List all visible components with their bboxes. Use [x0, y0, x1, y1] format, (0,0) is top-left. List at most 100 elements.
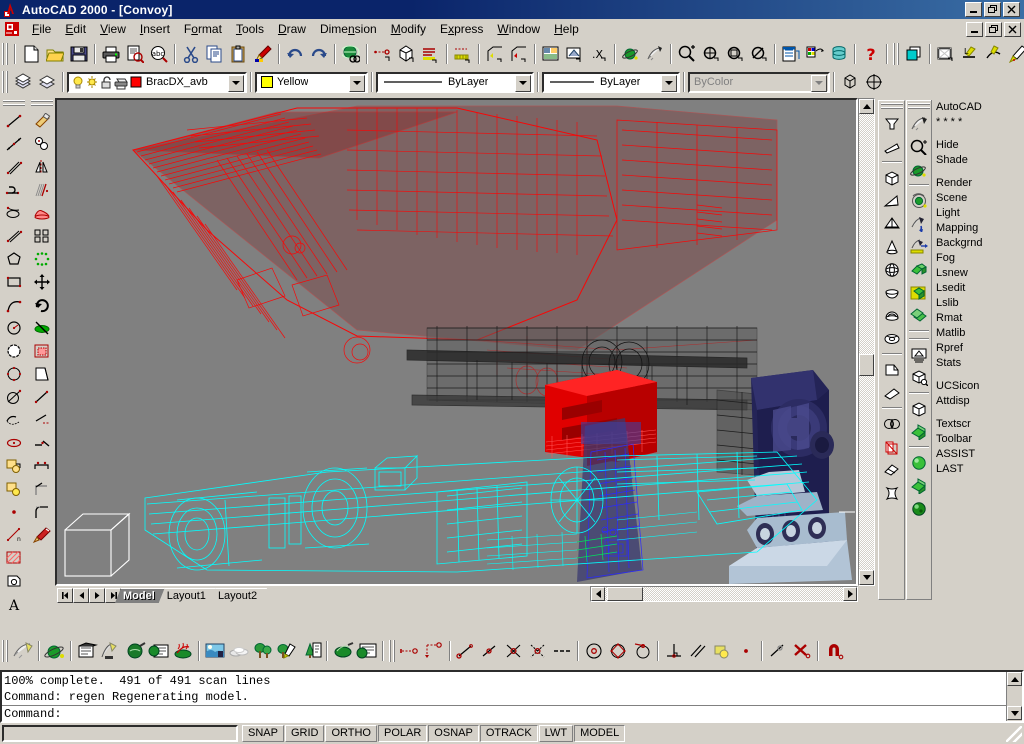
revolve-icon[interactable] [880, 381, 904, 404]
status-toggle-osnap[interactable]: OSNAP [428, 725, 479, 742]
menu-tools[interactable]: Tools [229, 20, 271, 38]
break-icon[interactable] [30, 454, 54, 477]
move-arrows-icon[interactable] [30, 270, 54, 293]
dbconnect-icon[interactable] [827, 43, 851, 66]
scene-icon[interactable] [907, 212, 931, 235]
first-tab-icon[interactable] [57, 588, 73, 603]
copy-object-icon[interactable] [30, 132, 54, 155]
help-icon[interactable]: ? [859, 43, 883, 66]
render-bottom-toolbar-grip[interactable] [2, 640, 9, 662]
screen-menu-stars[interactable]: * * * * [932, 115, 1024, 130]
menu-edit[interactable]: Edit [58, 20, 93, 38]
materials-library-bottom-icon[interactable] [171, 640, 195, 663]
screen-menu-scene[interactable]: Scene [932, 191, 1024, 206]
sphere-icon[interactable] [880, 258, 904, 281]
save-icon[interactable] [67, 43, 91, 66]
lengthen-icon[interactable] [30, 362, 54, 385]
designcenter-icon[interactable] [803, 43, 827, 66]
restore-button[interactable] [984, 2, 1001, 17]
stretch-icon[interactable] [30, 339, 54, 362]
command-prompt[interactable]: Command: [4, 706, 1020, 721]
screen-menu-last[interactable]: LAST [932, 462, 1024, 477]
render-bottom-icon[interactable] [75, 640, 99, 663]
open-icon[interactable] [43, 43, 67, 66]
snap-midpoint-icon[interactable] [478, 640, 502, 663]
statistics-bottom-icon[interactable] [355, 640, 379, 663]
3d-views-icon[interactable] [563, 43, 587, 66]
point-icon[interactable] [2, 500, 26, 523]
offset-icon[interactable] [30, 178, 54, 201]
screen-menu-attdisp[interactable]: Attdisp [932, 394, 1024, 409]
block-icon[interactable] [395, 43, 419, 66]
arc-icon[interactable] [2, 293, 26, 316]
background-icon[interactable] [203, 640, 227, 663]
screen-menu-shade[interactable]: Shade [932, 153, 1024, 168]
construction-line-icon[interactable] [2, 132, 26, 155]
print-preview-icon[interactable] [123, 43, 147, 66]
properties-toolbar-grip[interactable] [2, 71, 9, 93]
menu-help[interactable]: Help [547, 20, 586, 38]
dome-icon[interactable] [880, 304, 904, 327]
fillet-icon[interactable] [30, 500, 54, 523]
draw-toolbar-grip[interactable] [2, 100, 25, 107]
multiline-icon[interactable] [2, 155, 26, 178]
unnamed-icon[interactable]: .X [587, 43, 611, 66]
shade-icon[interactable] [619, 43, 643, 66]
wedge-icon[interactable] [880, 135, 904, 158]
ellipse-shape-icon[interactable] [2, 431, 26, 454]
status-toggle-model[interactable]: MODEL [574, 725, 626, 742]
region-icon[interactable] [2, 569, 26, 592]
screen-menu-ucsicon[interactable]: UCSicon [932, 379, 1024, 394]
copy-icon[interactable] [203, 43, 227, 66]
multiline-text-icon[interactable]: A [2, 592, 26, 615]
status-toggle-snap[interactable]: SNAP [242, 725, 284, 742]
screen-menu-mapping[interactable]: Mapping [932, 221, 1024, 236]
command-scroll-up-button[interactable] [1007, 672, 1022, 686]
snap-quadrant-icon[interactable] [606, 640, 630, 663]
screen-menu-lsedit[interactable]: Lsedit [932, 281, 1024, 296]
polysolid-icon[interactable] [880, 112, 904, 135]
render-icon[interactable] [643, 43, 667, 66]
arc-aligned-text-icon[interactable] [982, 43, 1006, 66]
snap-from-icon[interactable] [398, 640, 422, 663]
screen-menu-rpref[interactable]: Rpref [932, 341, 1024, 356]
ellipse-icon[interactable] [2, 385, 26, 408]
scroll-left-button[interactable] [591, 587, 605, 601]
document-close-button[interactable] [1004, 21, 1021, 37]
snap-intersection-icon[interactable] [502, 640, 526, 663]
snap-tracking-icon[interactable] [422, 640, 446, 663]
render-action-icon[interactable] [907, 189, 931, 212]
menu-modify[interactable]: Modify [384, 20, 433, 38]
snap-none-icon[interactable] [790, 640, 814, 663]
ucs-icon[interactable] [483, 43, 507, 66]
break-at-point-icon[interactable] [30, 431, 54, 454]
new-icon[interactable] [19, 43, 43, 66]
screen-menu-render[interactable]: Render [932, 176, 1024, 191]
tab-model[interactable]: Model [115, 588, 165, 603]
linetype-dropdown-arrow[interactable] [515, 74, 531, 92]
measure-icon[interactable] [451, 43, 475, 66]
paste-icon[interactable] [227, 43, 251, 66]
cut-icon[interactable] [179, 43, 203, 66]
screen-menu-backgrnd[interactable]: Backgrnd [932, 236, 1024, 251]
print-icon[interactable] [99, 43, 123, 66]
linetype-control-combo[interactable]: ByLayer [376, 71, 534, 93]
next-tab-icon[interactable] [89, 588, 105, 603]
drawing-area[interactable] [55, 98, 858, 586]
screen-menu-assist[interactable]: ASSIST [932, 447, 1024, 462]
interfere-icon[interactable] [880, 458, 904, 481]
pan-realtime-icon[interactable] [699, 43, 723, 66]
hide-bottom-icon[interactable] [11, 640, 35, 663]
mirror-icon[interactable] [30, 155, 54, 178]
render-toolbar-grip[interactable] [908, 103, 930, 110]
materials-icon[interactable] [907, 258, 931, 281]
landscape-new-icon[interactable] [251, 640, 275, 663]
materials-bottom-icon[interactable] [147, 640, 171, 663]
snap-tangent-icon[interactable] [630, 640, 654, 663]
make-object-layer-icon[interactable] [11, 71, 35, 94]
status-toggle-polar[interactable]: POLAR [378, 725, 428, 742]
torus-icon[interactable] [880, 327, 904, 350]
make-block-icon[interactable] [2, 477, 26, 500]
vertical-scroll-track[interactable] [859, 99, 874, 585]
explode-icon[interactable] [30, 523, 54, 546]
